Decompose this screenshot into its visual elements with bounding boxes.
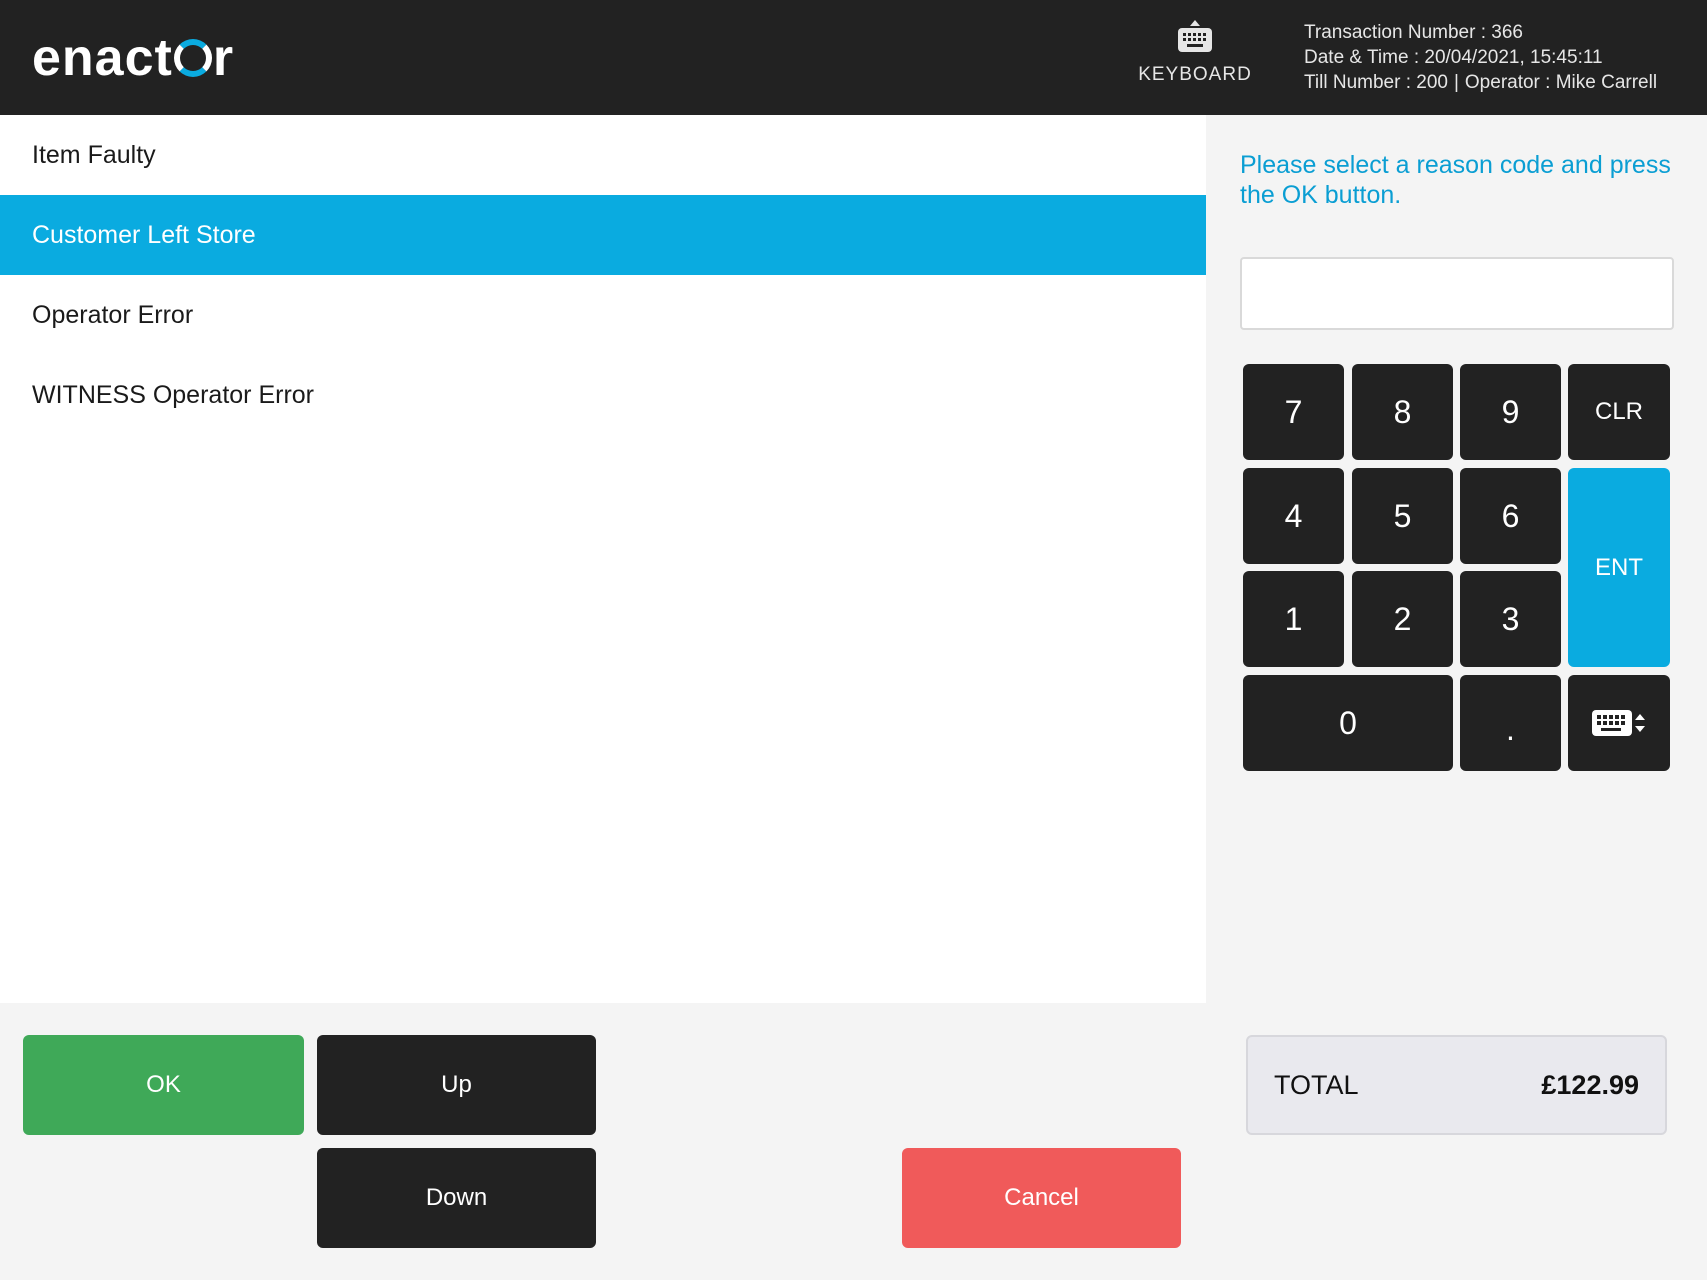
date-time: Date & Time : 20/04/2021, 15:45:11 bbox=[1304, 47, 1603, 68]
keyboard-label: KEYBOARD bbox=[1138, 64, 1252, 85]
keypad-1[interactable]: 1 bbox=[1243, 571, 1344, 667]
till-operator-line: Till Number : 200 | Operator : Mike Carrel… bbox=[1304, 70, 1657, 95]
reason-item-label: WITNESS Operator Error bbox=[32, 380, 314, 409]
entry-field[interactable] bbox=[1240, 257, 1674, 330]
keypad-7[interactable]: 7 bbox=[1243, 364, 1344, 460]
total-amount: £122.99 bbox=[1541, 1069, 1639, 1100]
header-bar: enact r KEYBOARD Transaction Number : 366… bbox=[0, 0, 1707, 115]
reason-item-label: Operator Error bbox=[32, 300, 194, 329]
keyboard-button[interactable]: KEYBOARD bbox=[1130, 20, 1260, 86]
keypad-toggle-button[interactable] bbox=[1568, 675, 1670, 771]
down-button[interactable]: Down bbox=[317, 1148, 596, 1248]
reason-item-item-faulty[interactable]: Item Faulty bbox=[0, 115, 1206, 195]
info-separator: | bbox=[1453, 72, 1459, 93]
keypad-2[interactable]: 2 bbox=[1352, 571, 1453, 667]
cancel-button[interactable]: Cancel bbox=[902, 1148, 1181, 1248]
till-number: Till Number : 200 bbox=[1304, 72, 1448, 93]
reason-code-list: Item Faulty Customer Left Store Operator… bbox=[0, 115, 1206, 1003]
reason-item-witness-operator-error[interactable]: WITNESS Operator Error bbox=[0, 355, 1206, 435]
reason-item-label: Customer Left Store bbox=[32, 220, 256, 249]
keypad-4[interactable]: 4 bbox=[1243, 468, 1344, 564]
keypad-3[interactable]: 3 bbox=[1460, 571, 1561, 667]
operator-name: Operator : Mike Carrell bbox=[1464, 72, 1658, 93]
logo-o-mark-icon bbox=[173, 39, 212, 77]
keypad-5[interactable]: 5 bbox=[1352, 468, 1453, 564]
keypad-enter-button[interactable]: ENT bbox=[1568, 468, 1670, 667]
keypad-0[interactable]: 0 bbox=[1243, 675, 1453, 771]
transaction-info: Transaction Number : 366 Date & Time : 2… bbox=[1304, 20, 1657, 95]
keypad-decimal[interactable]: . bbox=[1460, 675, 1561, 771]
reason-item-customer-left-store[interactable]: Customer Left Store bbox=[0, 195, 1206, 275]
keyboard-toggle-icon bbox=[1592, 710, 1645, 736]
keypad-8[interactable]: 8 bbox=[1352, 364, 1453, 460]
keypad-clear-button[interactable]: CLR bbox=[1568, 364, 1670, 460]
keyboard-icon bbox=[1178, 20, 1212, 52]
reason-item-operator-error[interactable]: Operator Error bbox=[0, 275, 1206, 355]
reason-item-label: Item Faulty bbox=[32, 140, 156, 169]
transaction-number: Transaction Number : 366 bbox=[1304, 22, 1523, 43]
enactor-logo: enact r bbox=[32, 29, 235, 87]
keypad-9[interactable]: 9 bbox=[1460, 364, 1561, 460]
ok-button[interactable]: OK bbox=[23, 1035, 304, 1135]
up-button[interactable]: Up bbox=[317, 1035, 596, 1135]
total-label: TOTAL bbox=[1274, 1069, 1359, 1100]
keypad-6[interactable]: 6 bbox=[1460, 468, 1561, 564]
decimal-label: . bbox=[1506, 710, 1515, 747]
total-display: TOTAL £122.99 bbox=[1246, 1035, 1667, 1135]
instruction-prompt: Please select a reason code and press th… bbox=[1240, 151, 1671, 209]
